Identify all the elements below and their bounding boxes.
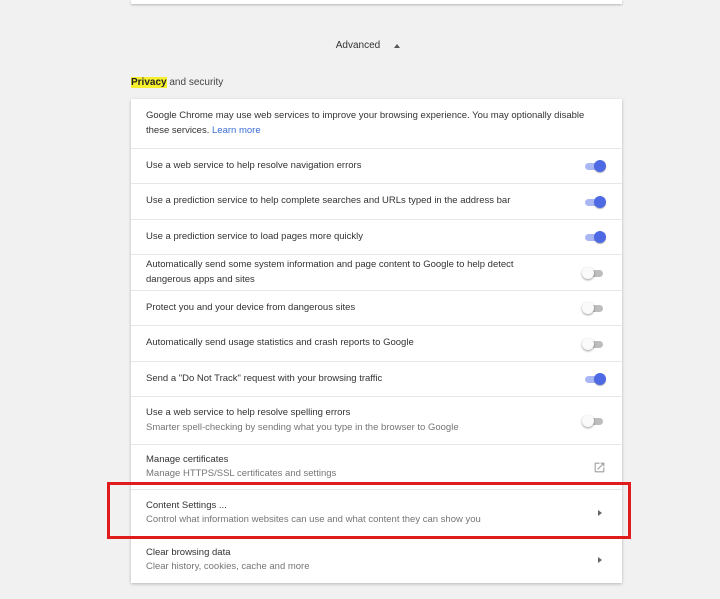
setting-text-wrap: Clear browsing data Clear history, cooki… [146,546,598,575]
previous-section-card-edge [131,0,622,4]
do-not-track-toggle[interactable] [583,373,606,385]
setting-label: Use a web service to help resolve naviga… [146,159,362,171]
setting-row-safe-browsing-reports[interactable]: Automatically send some system informati… [131,254,622,290]
advanced-toggle-row: Advanced [0,40,720,51]
manage-certificates-sublabel: Manage HTTPS/SSL certificates and settin… [146,468,337,479]
external-link-icon[interactable] [593,461,606,474]
navigation-errors-toggle[interactable] [583,160,606,172]
content-settings-label: Content Settings ... [146,499,227,511]
section-title-highlight: Privacy [131,77,167,88]
setting-text-wrap: Content Settings ... Control what inform… [146,499,598,528]
manage-certificates-label: Manage certificates [146,453,229,465]
setting-label: Use a prediction service to load pages m… [146,230,364,242]
caret-up-icon [394,43,401,48]
clear-browsing-data-label: Clear browsing data [146,546,231,558]
settings-page: Advanced Privacy and security Google Chr… [0,0,720,599]
setting-label: Automatically send usage statistics and … [146,337,414,349]
setting-row-prediction-load[interactable]: Use a prediction service to load pages m… [131,219,622,254]
setting-text-wrap: Use a web service to help resolve spelli… [146,406,583,435]
setting-sublabel: Smarter spell-checking by sending what y… [146,421,459,433]
setting-row-navigation-errors[interactable]: Use a web service to help resolve naviga… [131,148,622,183]
chevron-right-icon[interactable] [598,510,602,516]
setting-label: Send a "Do Not Track" request with your … [146,372,383,384]
intro-text-wrap: Google Chrome may use web services to im… [146,109,607,138]
setting-row-dangerous-sites[interactable]: Protect you and your device from dangero… [131,290,622,325]
chevron-right-icon[interactable] [598,557,602,563]
section-title: Privacy and security [131,77,223,88]
advanced-button[interactable]: Advanced [335,40,401,51]
setting-text-wrap: Manage certificates Manage HTTPS/SSL cer… [146,453,593,482]
content-settings-row[interactable]: Content Settings ... Control what inform… [131,489,622,536]
setting-row-usage-statistics[interactable]: Automatically send usage statistics and … [131,325,622,361]
learn-more-link[interactable]: Learn more [212,125,261,136]
section-title-rest: and security [166,77,224,88]
privacy-settings-card: Google Chrome may use web services to im… [131,99,622,583]
clear-browsing-data-sublabel: Clear history, cookies, cache and more [146,561,310,572]
spelling-toggle[interactable] [582,414,605,427]
clear-browsing-data-row[interactable]: Clear browsing data Clear history, cooki… [131,536,622,583]
safe-browsing-reports-toggle[interactable] [582,266,605,279]
advanced-label: Advanced [335,40,381,51]
intro-row: Google Chrome may use web services to im… [131,99,622,148]
setting-label: Use a prediction service to help complet… [146,195,511,207]
setting-row-prediction-search[interactable]: Use a prediction service to help complet… [131,183,622,219]
content-settings-sublabel: Control what information websites can us… [146,514,481,525]
setting-label: Protect you and your device from dangero… [146,301,356,313]
prediction-search-toggle[interactable] [583,195,606,208]
prediction-load-toggle[interactable] [583,231,606,243]
setting-row-do-not-track[interactable]: Send a "Do Not Track" request with your … [131,361,622,396]
setting-label: Automatically send some system informati… [146,259,514,285]
dangerous-sites-toggle[interactable] [582,302,605,314]
setting-label: Use a web service to help resolve spelli… [146,407,351,418]
setting-row-spelling[interactable]: Use a web service to help resolve spelli… [131,396,622,444]
manage-certificates-row[interactable]: Manage certificates Manage HTTPS/SSL cer… [131,444,622,489]
usage-statistics-toggle[interactable] [582,337,605,350]
